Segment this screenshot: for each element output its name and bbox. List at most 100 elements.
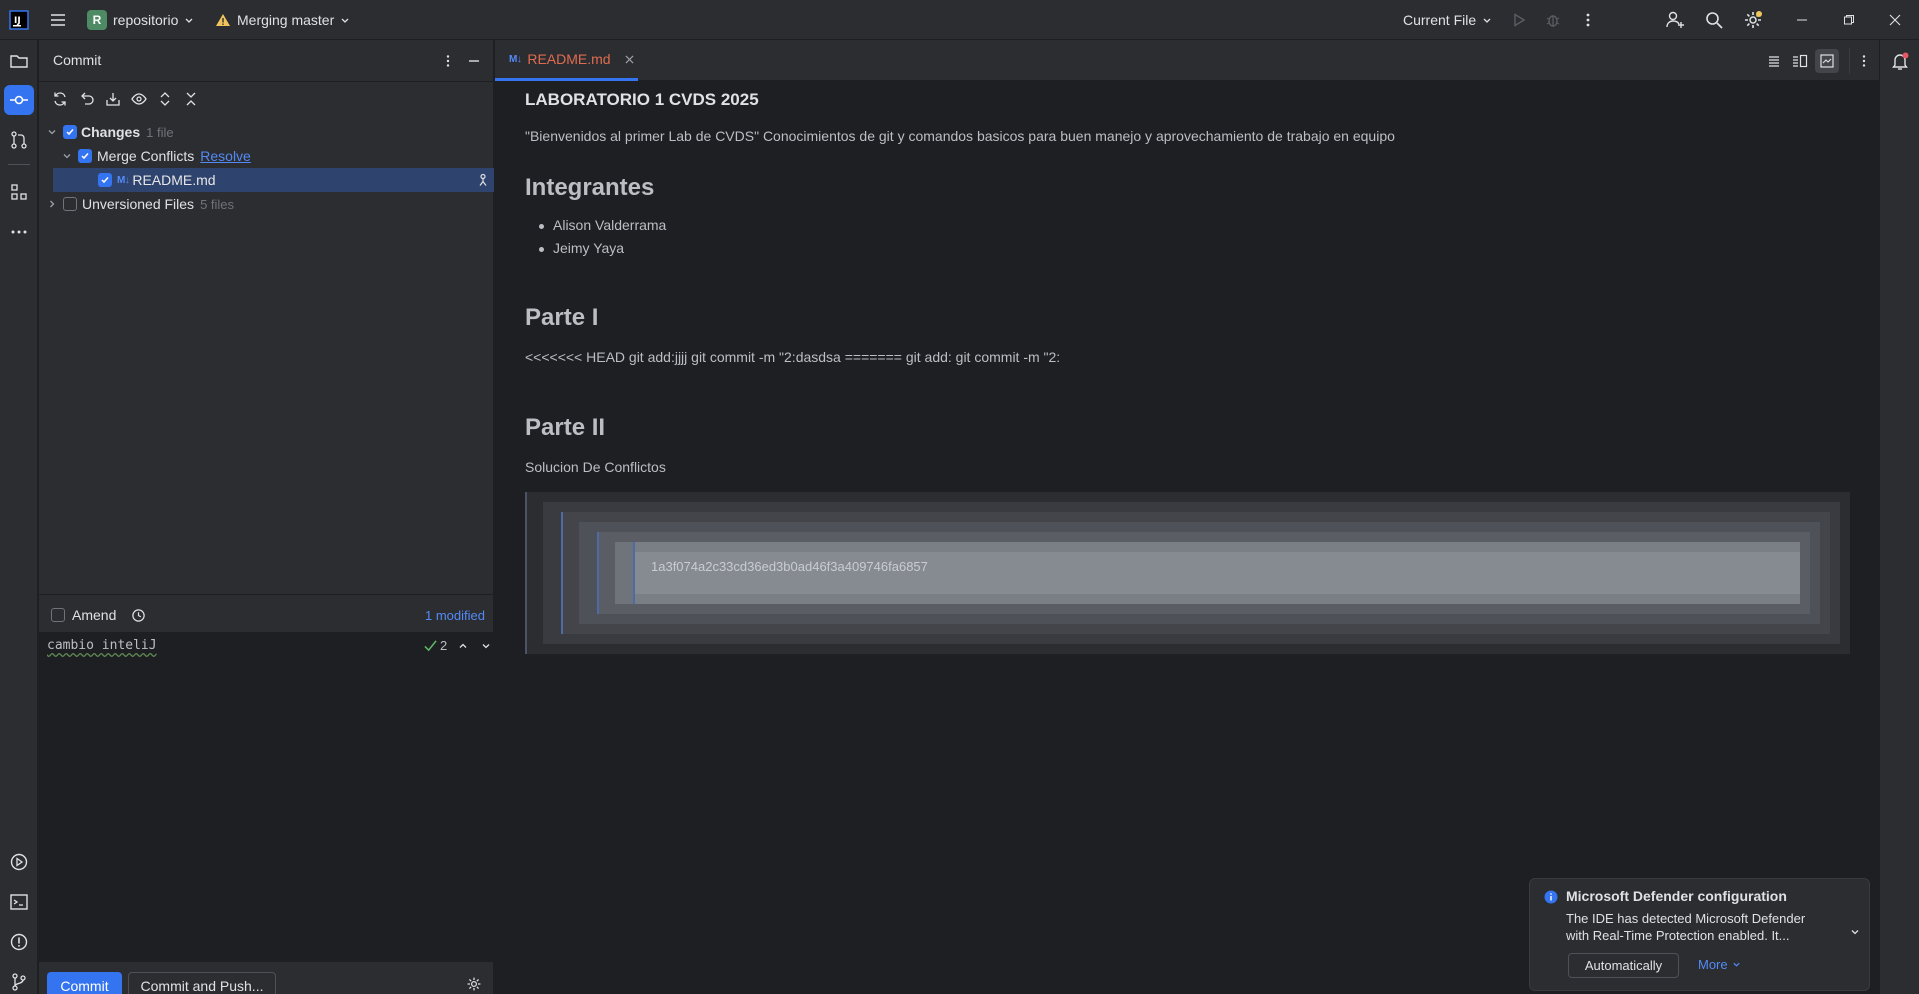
strip-divider [8,164,30,165]
doc-intro: "Bienvenidos al primer Lab de CVDS" Cono… [525,128,1395,144]
run-configuration-selector[interactable]: Current File [1403,0,1492,40]
branch-label: Merging master [237,12,335,28]
shelve-icon[interactable] [102,88,124,110]
markdown-file-icon: M↓ [509,53,522,65]
git-branches-icon[interactable] [4,967,34,994]
more-actions-icon[interactable] [1580,0,1596,40]
more-tools-icon[interactable] [4,217,34,247]
close-tab-icon[interactable] [625,54,634,64]
commit-message-text[interactable]: cambio inteliJ [47,638,157,653]
show-diff-icon[interactable] [128,88,150,110]
expand-all-icon[interactable] [154,88,176,110]
notification-body: The IDE has detected Microsoft Defender … [1566,911,1806,943]
changes-label: Changes [81,124,141,140]
pull-requests-icon[interactable] [4,125,34,155]
unversioned-label: Unversioned Files [82,196,195,212]
close-window-icon[interactable] [1875,0,1915,40]
commit-and-push-button[interactable]: Commit and Push... [128,972,276,994]
section-heading-parte-i: Parte I [525,304,599,331]
project-badge: R [87,10,107,30]
chevron-up-icon[interactable] [458,641,468,651]
tab-readme[interactable]: M↓ README.md [495,40,638,81]
blockquote: 1a3f074a2c33cd36ed3b0ad46f3a409746fa6857 [525,492,1850,654]
commit-button[interactable]: Commit [47,972,122,994]
history-clock-icon[interactable] [131,608,146,623]
debug-icon[interactable] [1545,0,1561,40]
merge-conflicts-checkbox[interactable] [78,149,92,163]
section-heading-parte-ii: Parte II [525,414,606,441]
list-item: Jeimy Yaya [538,240,625,256]
editor-only-icon[interactable] [1763,50,1785,72]
modified-link[interactable]: 1 modified [425,608,485,623]
run-icon[interactable] [1511,0,1527,40]
chevron-down-icon[interactable] [47,127,57,137]
refresh-icon[interactable] [49,88,71,110]
search-icon[interactable] [1704,0,1724,40]
title-bar: IJ R repositorio Merging master Current … [0,0,1919,40]
collapse-all-icon[interactable] [180,88,202,110]
markdown-file-icon: M↓ [117,174,130,186]
minimize-icon[interactable] [1782,0,1822,40]
main-menu-icon[interactable] [48,0,68,40]
rollback-icon[interactable] [76,88,98,110]
project-name: repositorio [113,12,179,28]
changes-group-row[interactable]: Changes 1 file [39,120,494,144]
right-tool-window-strip [1879,40,1919,994]
notification-title: Microsoft Defender configuration [1566,888,1787,904]
split-view-icon[interactable] [1789,50,1811,72]
inspection-widget[interactable]: 2 [424,638,491,653]
notifications-bell-icon[interactable] [1885,46,1915,76]
merge-person-icon[interactable] [476,173,490,187]
commit-tool-icon[interactable] [4,85,34,115]
problems-icon[interactable] [4,927,34,957]
conflict-text: <<<<<<< HEAD git add:jjjj git commit -m … [525,349,1061,365]
structure-icon[interactable] [4,177,34,207]
chevron-down-icon [341,18,349,23]
editor-area: M↓ README.md LABORATORIO 1 CVDS 2025 "Bi… [495,40,1879,994]
terminal-icon[interactable] [4,887,34,917]
automatically-button[interactable]: Automatically [1568,953,1679,978]
commit-message-input[interactable]: cambio inteliJ 2 [39,632,494,962]
chevron-right-icon[interactable] [47,199,57,209]
check-icon [424,640,437,652]
editor-tab-bar: M↓ README.md [495,40,1879,81]
amend-label: Amend [72,607,117,623]
readme-file-row[interactable]: M↓ README.md [53,168,494,192]
tab-label: README.md [527,51,611,67]
add-user-icon[interactable] [1665,0,1685,40]
more-link[interactable]: More [1698,957,1741,972]
options-icon[interactable] [437,50,459,72]
left-tool-window-strip [0,40,38,994]
unversioned-count: 5 files [200,196,235,212]
run-config-label: Current File [1403,12,1477,28]
amend-option[interactable]: Amend [51,607,146,623]
merge-conflicts-label: Merge Conflicts [97,148,195,164]
chevron-down-icon [1733,962,1740,967]
ide-logo-icon[interactable]: IJ [8,0,30,40]
doc-title: LABORATORIO 1 CVDS 2025 [525,90,759,109]
commit-hash: 1a3f074a2c33cd36ed3b0ad46f3a409746fa6857 [651,559,928,574]
merge-conflicts-row[interactable]: Merge Conflicts Resolve [39,144,494,168]
commit-options-gear-icon[interactable] [463,973,485,994]
unversioned-files-row[interactable]: Unversioned Files 5 files [39,192,494,216]
chevron-down-icon[interactable] [481,641,491,651]
hide-panel-icon[interactable] [463,50,485,72]
project-folder-icon[interactable] [4,46,34,76]
chevron-down-icon[interactable] [62,151,72,161]
preview-only-icon[interactable] [1815,49,1839,73]
editor-more-icon[interactable] [1853,50,1875,72]
unversioned-checkbox[interactable] [63,197,77,211]
vcs-branch-widget[interactable]: Merging master [215,0,350,40]
panel-title: Commit [53,52,102,68]
expand-chevron-icon[interactable] [1850,927,1860,937]
settings-icon[interactable] [1743,0,1763,40]
chevron-down-icon [185,18,193,23]
warning-icon [216,14,230,26]
restore-icon[interactable] [1829,0,1869,40]
changes-checkbox[interactable] [63,125,77,139]
resolve-link[interactable]: Resolve [200,148,251,164]
readme-checkbox[interactable] [98,173,112,187]
amend-checkbox[interactable] [51,608,65,622]
project-switcher[interactable]: R repositorio [87,0,194,40]
services-icon[interactable] [4,847,34,877]
